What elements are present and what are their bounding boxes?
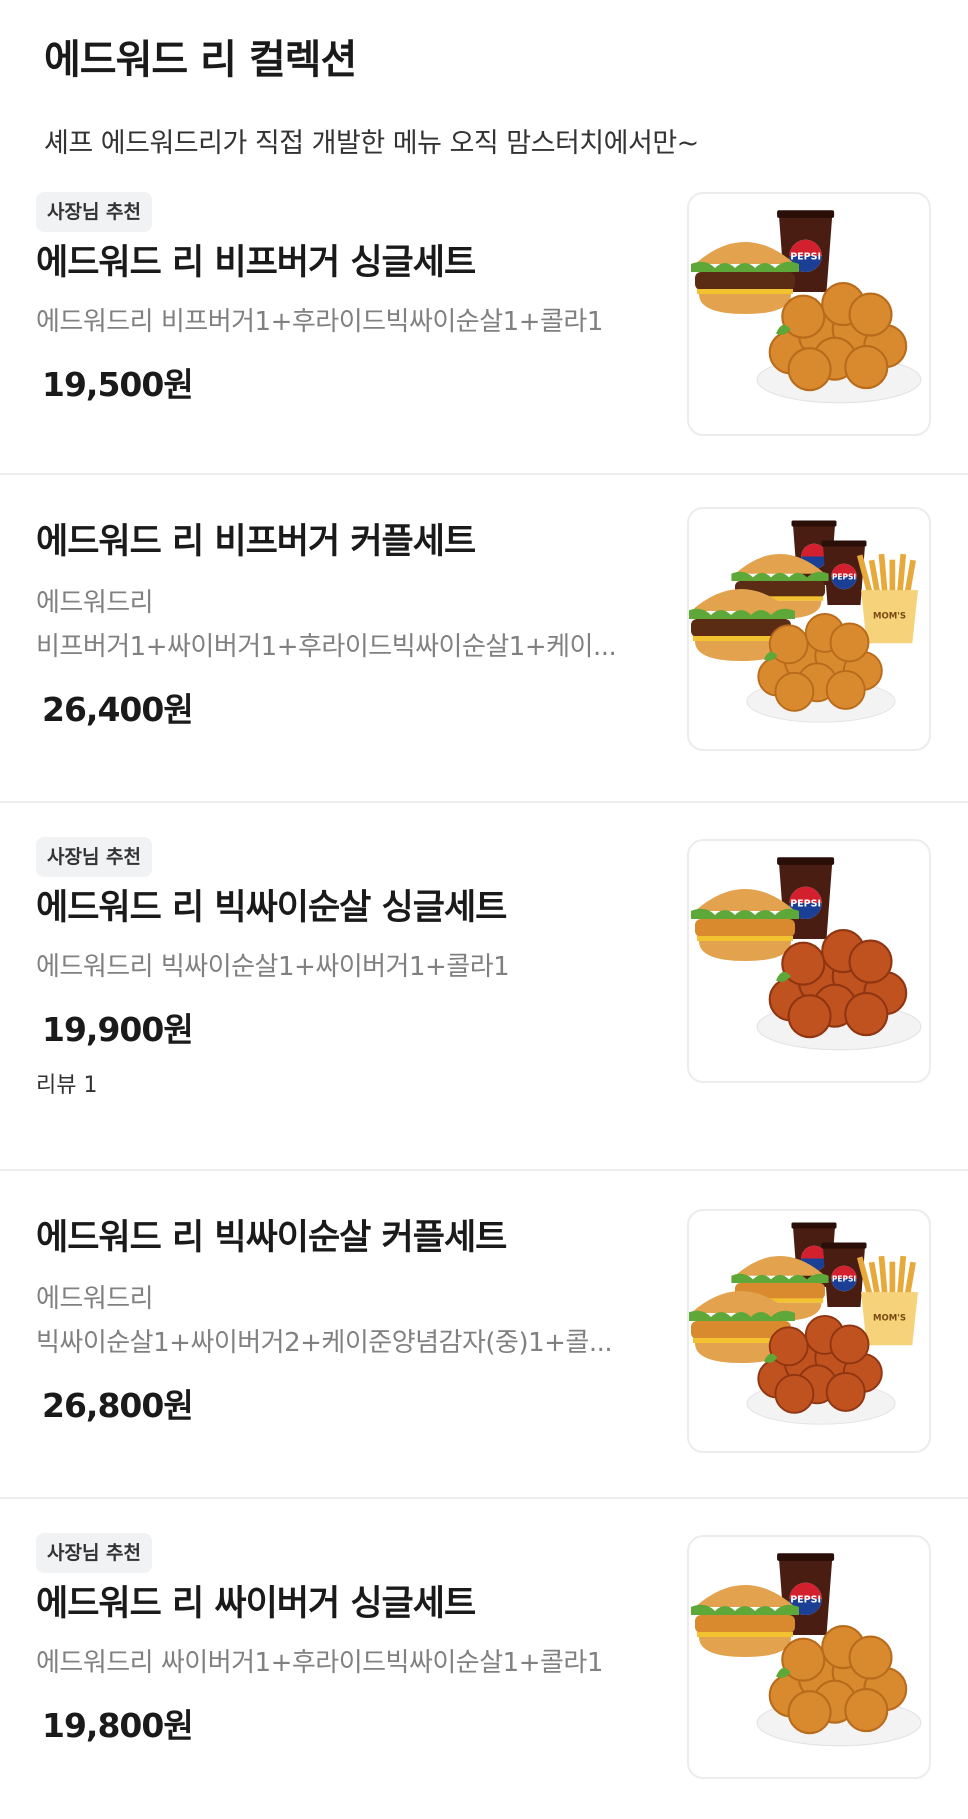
menu-item-name: 에드워드 리 비프버거 커플세트 xyxy=(36,522,476,562)
description-line: 빅싸이순살1+싸이버거2+케이준양념감자(중)1+콜... xyxy=(36,1328,613,1358)
cola-brand-text: PEPSI xyxy=(832,1275,857,1284)
cola-cup-icon: PEPSI xyxy=(821,1242,867,1307)
menu-item-price: 26,400원 xyxy=(42,690,194,729)
menu-item[interactable]: 사장님 추천 에드워드 리 싸이버거 싱글세트 에드워드리 싸이버거1+후라이드… xyxy=(0,1499,968,1819)
menu-list: 사장님 추천 에드워드 리 비프버거 싱글세트 에드워드리 비프버거1+후라이드… xyxy=(0,168,968,1819)
fries-brand-text: MOM'S xyxy=(873,1314,906,1324)
menu-item-price: 19,900원 xyxy=(42,1010,194,1049)
menu-item-info: 사장님 추천 에드워드 리 비프버거 싱글세트 에드워드리 비프버거1+후라이드… xyxy=(36,192,666,408)
food-thumbnail: PEPSI MOM'S xyxy=(689,520,918,723)
menu-item-price: 19,500원 xyxy=(42,365,194,404)
food-thumbnail: PEPSI xyxy=(691,1553,922,1747)
menu-item-description: 에드워드리 빅싸이순살1+싸이버거2+케이준양념감자(중)1+콜... xyxy=(36,1277,666,1365)
cola-brand-text: PEPSI xyxy=(790,899,821,910)
collection-header: 에드워드 리 컬렉션 셰프 에드워드리가 직접 개발한 메뉴 오직 맘스터치에서… xyxy=(0,0,968,168)
menu-item-description: 에드워드리 싸이버거1+후라이드빅싸이순살1+콜라1 xyxy=(36,1641,666,1685)
menu-item-name: 에드워드 리 싸이버거 싱글세트 xyxy=(36,1584,476,1624)
review-count[interactable]: 리뷰 1 xyxy=(36,1071,666,1101)
menu-item-name: 에드워드 리 비프버거 싱글세트 xyxy=(36,243,476,283)
fries-brand-text: MOM'S xyxy=(873,612,906,622)
sauced-chicken-set-image[interactable]: PEPSI xyxy=(687,839,931,1083)
page-title: 에드워드 리 컬렉션 xyxy=(44,37,357,83)
fries-icon: MOM'S xyxy=(856,553,918,644)
menu-item-info: 사장님 추천 에드워드 리 싸이버거 싱글세트 에드워드리 싸이버거1+후라이드… xyxy=(36,1533,666,1749)
fries-icon: MOM'S xyxy=(856,1255,918,1346)
recommend-badge: 사장님 추천 xyxy=(36,837,153,877)
menu-item[interactable]: 사장님 추천 에드워드 리 비프버거 싱글세트 에드워드리 비프버거1+후라이드… xyxy=(0,168,968,475)
recommend-badge: 사장님 추천 xyxy=(36,1533,153,1573)
menu-item[interactable]: 사장님 추천 에드워드 리 빅싸이순살 싱글세트 에드워드리 빅싸이순살1+싸이… xyxy=(0,803,968,1171)
menu-item-price: 26,800원 xyxy=(42,1386,194,1425)
menu-item-info: 사장님 추천 에드워드 리 빅싸이순살 싱글세트 에드워드리 빅싸이순살1+싸이… xyxy=(36,837,666,1101)
description-line: 에드워드리 xyxy=(36,1284,154,1314)
recommend-badge: 사장님 추천 xyxy=(36,192,153,232)
burger-chicken-cola-set-image[interactable]: PEPSI xyxy=(687,192,931,436)
description-line: 에드워드리 빅싸이순살1+싸이버거1+콜라1 xyxy=(36,952,510,982)
menu-item-name: 에드워드 리 빅싸이순살 싱글세트 xyxy=(36,888,507,928)
cola-brand-text: PEPSI xyxy=(790,1595,821,1606)
thigh-burger-set-image[interactable]: PEPSI xyxy=(687,1535,931,1779)
menu-item-description: 에드워드리 비프버거1+싸이버거1+후라이드빅싸이순살1+케이... xyxy=(36,581,666,669)
menu-item[interactable]: 에드워드 리 빅싸이순살 커플세트 에드워드리 빅싸이순살1+싸이버거2+케이준… xyxy=(0,1171,968,1499)
description-line: 에드워드리 비프버거1+후라이드빅싸이순살1+콜라1 xyxy=(36,307,603,337)
cola-cup-icon: PEPSI xyxy=(821,540,867,605)
cola-brand-text: PEPSI xyxy=(790,252,821,263)
food-thumbnail: PEPSI xyxy=(691,857,922,1051)
menu-item-name: 에드워드 리 빅싸이순살 커플세트 xyxy=(36,1218,507,1258)
menu-item-info: 에드워드 리 비프버거 커플세트 에드워드리 비프버거1+싸이버거1+후라이드빅… xyxy=(36,519,666,733)
page-subtitle: 셰프 에드워드리가 직접 개발한 메뉴 오직 맘스터치에서만~ xyxy=(44,128,699,159)
description-line: 에드워드리 xyxy=(36,588,154,618)
sauced-couple-set-image[interactable]: PEPSI MOM'S xyxy=(687,1209,931,1453)
food-thumbnail: PEPSI xyxy=(691,210,922,404)
menu-item[interactable]: 에드워드 리 비프버거 커플세트 에드워드리 비프버거1+싸이버거1+후라이드빅… xyxy=(0,475,968,803)
menu-item-info: 에드워드 리 빅싸이순살 커플세트 에드워드리 빅싸이순살1+싸이버거2+케이준… xyxy=(36,1215,666,1429)
cola-brand-text: PEPSI xyxy=(832,573,857,582)
description-line: 비프버거1+싸이버거1+후라이드빅싸이순살1+케이... xyxy=(36,632,617,662)
description-line: 에드워드리 싸이버거1+후라이드빅싸이순살1+콜라1 xyxy=(36,1648,603,1678)
menu-item-description: 에드워드리 빅싸이순살1+싸이버거1+콜라1 xyxy=(36,945,666,989)
food-thumbnail: PEPSI MOM'S xyxy=(689,1222,918,1425)
menu-item-description: 에드워드리 비프버거1+후라이드빅싸이순살1+콜라1 xyxy=(36,300,666,344)
couple-set-image[interactable]: PEPSI MOM'S xyxy=(687,507,931,751)
menu-item-price: 19,800원 xyxy=(42,1706,194,1745)
